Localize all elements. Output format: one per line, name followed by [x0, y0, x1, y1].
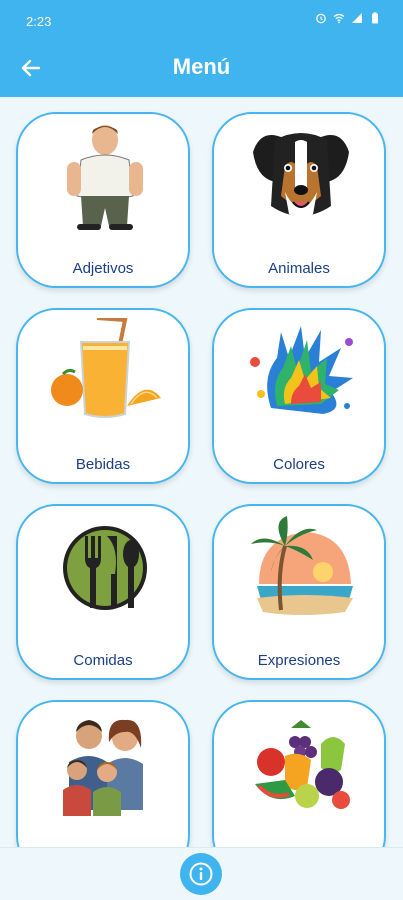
info-button[interactable]	[180, 853, 222, 895]
fruits-icon	[255, 720, 350, 809]
beach-icon	[251, 516, 353, 615]
menu-card-label: Bebidas	[75, 456, 131, 473]
alarm-icon	[316, 13, 326, 24]
family-icon	[63, 719, 143, 816]
menu-grid: Adjetivos Animales Bebidas Colores Comid…	[0, 97, 403, 847]
status-time: 2:23	[26, 14, 52, 29]
menu-card-bebidas[interactable]: Bebidas	[16, 308, 190, 484]
menu-card-animales[interactable]: Animales	[212, 112, 386, 288]
app-bar: Menú	[0, 40, 403, 97]
menu-card-label: Animales	[268, 260, 330, 277]
status-icons	[315, 12, 381, 24]
status-bar: 2:23	[0, 0, 403, 40]
wifi-icon	[333, 13, 345, 24]
juice-icon	[51, 318, 161, 418]
menu-card-label: Expresiones	[257, 652, 341, 669]
dog-icon	[253, 133, 349, 218]
paint-splash-icon	[250, 326, 353, 414]
menu-card-expresiones[interactable]: Expresiones	[212, 504, 386, 680]
man-icon	[67, 125, 143, 230]
signal-icon	[352, 13, 362, 23]
menu-card-colores[interactable]: Colores	[212, 308, 386, 484]
menu-card-label: Colores	[273, 456, 325, 473]
bottom-bar	[0, 847, 403, 900]
info-icon	[189, 862, 213, 886]
menu-card-adjetivos[interactable]: Adjetivos	[16, 112, 190, 288]
menu-card-fruits[interactable]	[212, 700, 386, 847]
menu-card-comidas[interactable]: Comidas	[16, 504, 190, 680]
menu-card-family[interactable]	[16, 700, 190, 847]
menu-card-label: Adjetivos	[72, 260, 134, 277]
cutlery-icon	[63, 526, 147, 610]
menu-card-label: Comidas	[73, 652, 133, 669]
battery-icon	[372, 12, 378, 24]
page-title: Menú	[172, 54, 231, 79]
